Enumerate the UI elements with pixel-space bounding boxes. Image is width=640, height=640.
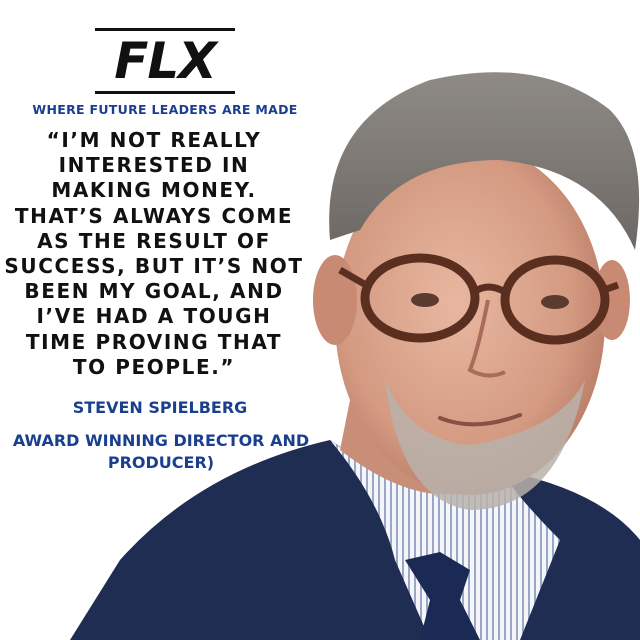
quote-line: “I’M NOT REALLY xyxy=(46,128,262,152)
quote-line: TIME PROVING THAT xyxy=(25,329,283,354)
quote-line: INTERESTED IN xyxy=(58,153,250,178)
logo-bottom-rule xyxy=(95,91,235,94)
logo-wordmark: FLX xyxy=(114,32,217,90)
quote-card: FLX WHERE FUTURE LEADERS ARE MADE “I’M N… xyxy=(0,0,640,640)
brand-tagline: WHERE FUTURE LEADERS ARE MADE xyxy=(32,102,298,117)
quote-text: “I’M NOT REALLY INTERESTED IN MAKING MON… xyxy=(4,128,304,380)
quote-line: MAKING MONEY. xyxy=(51,178,257,203)
author-title-line: PRODUCER) xyxy=(107,453,215,472)
quote-line: I’VE HAD A TOUGH xyxy=(36,304,272,329)
quote-line: THAT’S ALWAYS COME xyxy=(14,203,294,228)
quote-line: TO PEOPLE.” xyxy=(72,354,236,379)
quote-line: SUCCESS, BUT IT’S NOT xyxy=(4,254,304,279)
author-name: STEVEN SPIELBERG xyxy=(72,398,248,417)
author-title: AWARD WINNING DIRECTOR AND PRODUCER) xyxy=(0,430,322,474)
quote-line: BEEN MY GOAL, AND xyxy=(24,279,284,304)
author-title-line: AWARD WINNING DIRECTOR AND xyxy=(12,431,310,450)
quote-line: AS THE RESULT OF xyxy=(37,228,271,253)
logo-top-rule xyxy=(95,28,235,31)
brand-logo: FLX WHERE FUTURE LEADERS ARE MADE xyxy=(20,28,310,117)
